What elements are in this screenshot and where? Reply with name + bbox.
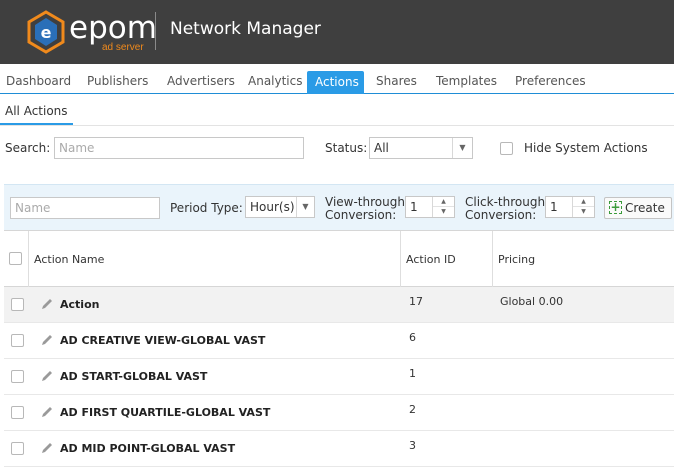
- view-through-label: View-through Conversion:: [325, 196, 405, 222]
- tab-publishers[interactable]: Publishers: [81, 64, 154, 94]
- chevron-down-icon[interactable]: ▼: [573, 207, 594, 217]
- create-button[interactable]: + Create: [604, 197, 672, 219]
- app-title: Network Manager: [170, 19, 321, 39]
- status-select[interactable]: All ▼: [369, 137, 473, 159]
- period-type-value: Hour(s): [250, 200, 295, 214]
- row-checkbox[interactable]: [11, 298, 24, 311]
- period-type-label: Period Type:: [170, 201, 243, 215]
- search-label: Search:: [5, 141, 51, 155]
- click-through-value: 1: [550, 200, 558, 214]
- period-type-select[interactable]: Hour(s) ▼: [245, 196, 315, 218]
- logo-hexagon-icon: e: [27, 10, 65, 54]
- action-id: 1: [409, 367, 416, 380]
- action-name[interactable]: AD CREATIVE VIEW-GLOBAL VAST: [60, 334, 265, 347]
- action-id: 2: [409, 403, 416, 416]
- actions-table-header: Action Name Action ID Pricing: [4, 230, 674, 287]
- select-all-checkbox[interactable]: [9, 252, 22, 265]
- pencil-icon[interactable]: [40, 369, 54, 383]
- create-button-label: Create: [625, 201, 665, 215]
- table-row[interactable]: Action 17 Global 0.00: [4, 287, 674, 323]
- pencil-icon[interactable]: [40, 297, 54, 311]
- chevron-down-icon: ▼: [452, 138, 472, 158]
- row-checkbox[interactable]: [11, 406, 24, 419]
- header-divider: [155, 12, 156, 50]
- tab-dashboard[interactable]: Dashboard: [0, 64, 77, 94]
- subtab-all-actions[interactable]: All Actions: [0, 98, 73, 125]
- action-id: 17: [409, 295, 423, 308]
- action-name[interactable]: Action: [60, 298, 99, 311]
- column-pricing[interactable]: Pricing: [492, 231, 674, 287]
- svg-text:e: e: [41, 23, 52, 42]
- plus-icon: +: [609, 200, 622, 214]
- row-checkbox[interactable]: [11, 334, 24, 347]
- new-action-name-input[interactable]: Name: [10, 197, 160, 219]
- pencil-icon[interactable]: [40, 333, 54, 347]
- table-row[interactable]: AD CREATIVE VIEW-GLOBAL VAST 6: [4, 323, 674, 359]
- tab-shares[interactable]: Shares: [370, 64, 423, 94]
- action-name[interactable]: AD FIRST QUARTILE-GLOBAL VAST: [60, 406, 270, 419]
- status-select-value: All: [374, 141, 389, 155]
- action-name[interactable]: AD MID POINT-GLOBAL VAST: [60, 442, 235, 455]
- tab-advertisers[interactable]: Advertisers: [161, 64, 241, 94]
- tab-preferences[interactable]: Preferences: [509, 64, 592, 94]
- table-row[interactable]: AD START-GLOBAL VAST 1: [4, 359, 674, 395]
- subtab-divider: [0, 125, 674, 126]
- status-label: Status:: [325, 141, 368, 155]
- view-through-value: 1: [410, 200, 418, 214]
- view-through-stepper[interactable]: 1 ▲ ▼: [405, 196, 455, 218]
- main-nav: Dashboard Publishers Advertisers Analyti…: [0, 64, 674, 94]
- chevron-down-icon[interactable]: ▼: [433, 207, 454, 217]
- row-checkbox[interactable]: [11, 442, 24, 455]
- click-through-label: Click-through Conversion:: [465, 196, 545, 222]
- table-row[interactable]: AD FIRST QUARTILE-GLOBAL VAST 2: [4, 395, 674, 431]
- action-pricing: Global 0.00: [500, 295, 564, 308]
- hide-system-actions-checkbox[interactable]: [500, 142, 513, 155]
- column-action-name[interactable]: Action Name: [28, 231, 400, 287]
- chevron-up-icon[interactable]: ▲: [433, 197, 454, 207]
- tab-templates[interactable]: Templates: [430, 64, 503, 94]
- click-through-stepper[interactable]: 1 ▲ ▼: [545, 196, 595, 218]
- view-through-label-line2: Conversion:: [325, 208, 397, 222]
- pencil-icon[interactable]: [40, 441, 54, 455]
- app-header: e epom ad server Network Manager: [0, 0, 674, 64]
- epom-logo[interactable]: e epom ad server: [26, 9, 157, 55]
- column-action-id[interactable]: Action ID: [400, 231, 492, 287]
- chevron-down-icon: ▼: [296, 197, 314, 217]
- action-name[interactable]: AD START-GLOBAL VAST: [60, 370, 207, 383]
- hide-system-actions-label: Hide System Actions: [524, 141, 648, 155]
- tab-actions[interactable]: Actions: [307, 71, 364, 94]
- action-id: 6: [409, 331, 416, 344]
- pencil-icon[interactable]: [40, 405, 54, 419]
- tab-analytics[interactable]: Analytics: [242, 64, 309, 94]
- click-through-label-line2: Conversion:: [465, 208, 537, 222]
- search-input[interactable]: Name: [54, 137, 304, 159]
- logo-word: epom: [69, 10, 157, 46]
- action-id: 3: [409, 439, 416, 452]
- chevron-up-icon[interactable]: ▲: [573, 197, 594, 207]
- logo-subtitle: ad server: [102, 42, 144, 53]
- table-row[interactable]: AD MID POINT-GLOBAL VAST 3: [4, 431, 674, 467]
- row-checkbox[interactable]: [11, 370, 24, 383]
